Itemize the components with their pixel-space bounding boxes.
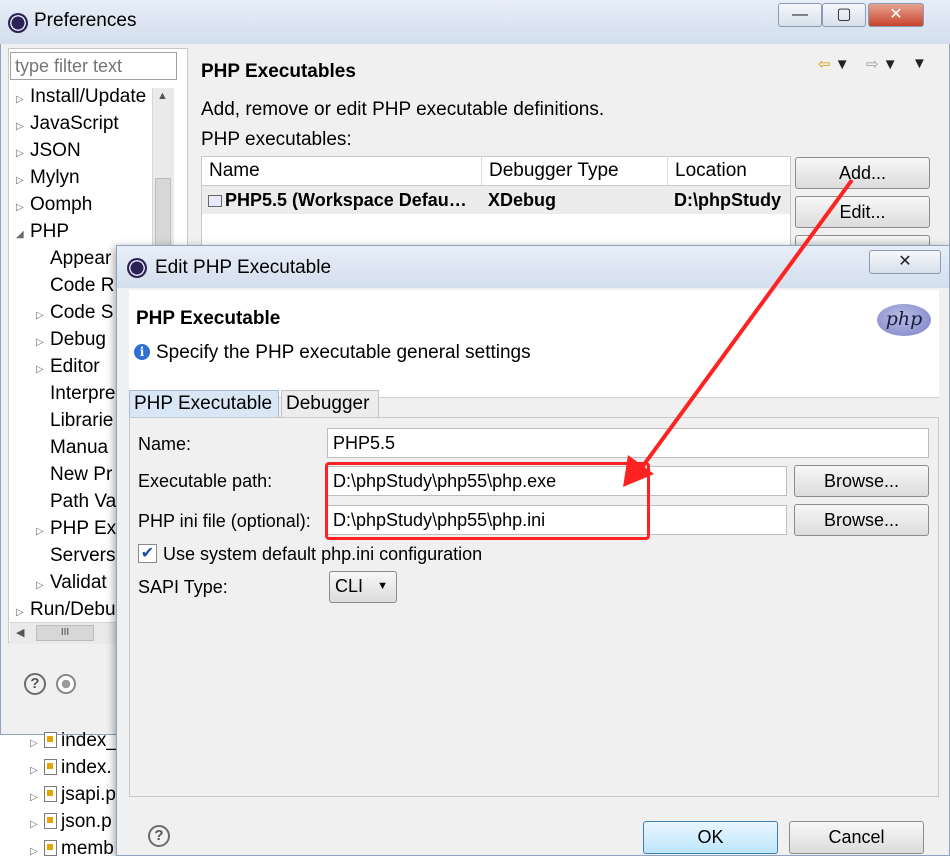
annotation-arrow-line	[638, 178, 854, 472]
annotation-arrow	[623, 178, 854, 487]
